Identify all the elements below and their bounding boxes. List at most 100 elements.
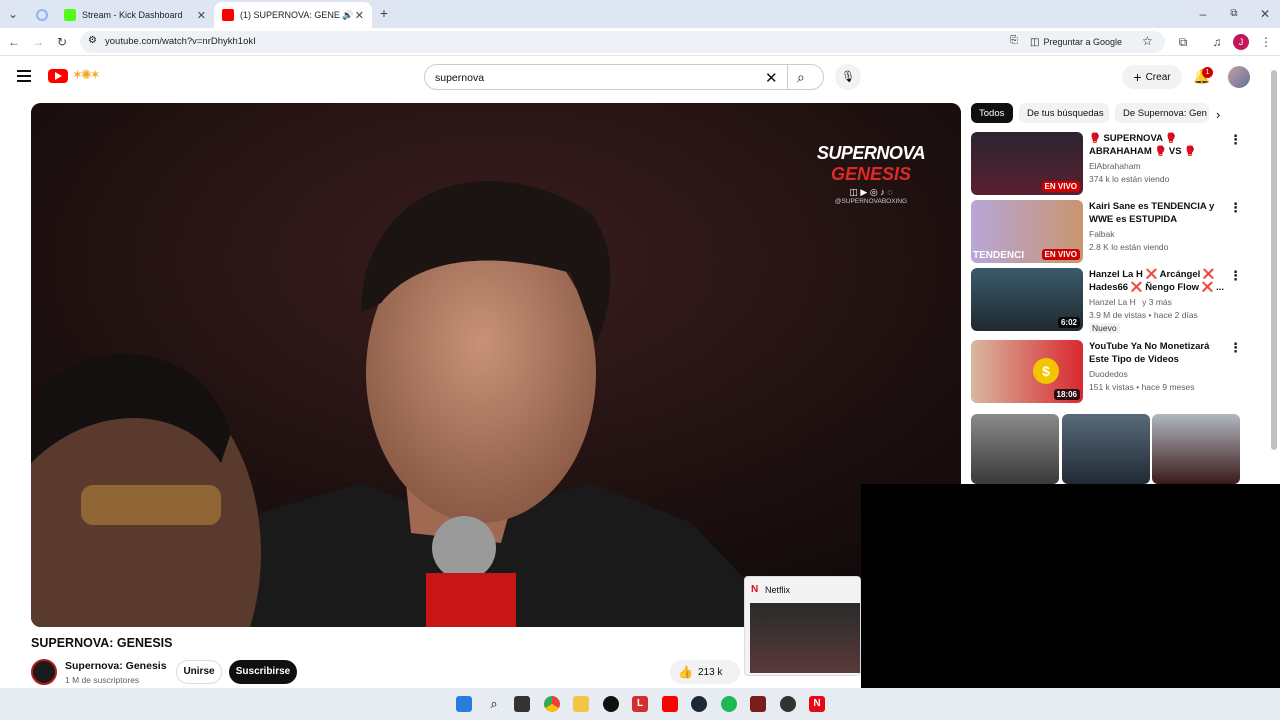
- chrome-icon[interactable]: [544, 696, 560, 712]
- chip-from-searches[interactable]: De tus búsquedas: [1019, 103, 1109, 123]
- search-icon[interactable]: ⌕: [797, 69, 805, 86]
- media-controls-icon[interactable]: ♫: [1209, 34, 1225, 50]
- steam-icon[interactable]: [691, 696, 707, 712]
- overlay-social-icons: ◫ ▶ ◎ ♪ ◌: [849, 187, 893, 197]
- video-thumbnail[interactable]: 6:02: [971, 268, 1083, 331]
- recommendation-channel[interactable]: Duodedos: [1089, 369, 1128, 379]
- recommendation-channel[interactable]: ElAbrahaham: [1089, 161, 1141, 171]
- recommendation-channel[interactable]: Hanzel La H y 3 más: [1089, 297, 1172, 307]
- ask-google-button[interactable]: ◫ Preguntar a Google: [1030, 33, 1122, 51]
- shorts-thumbnail[interactable]: [1062, 414, 1150, 484]
- extensions-icon[interactable]: ⧉: [1175, 34, 1191, 50]
- tab-list-chevron-icon[interactable]: ⌄: [5, 6, 21, 22]
- loading-spinner-icon: [36, 9, 48, 21]
- tiktok-icon[interactable]: [603, 696, 619, 712]
- shorts-thumbnail[interactable]: [971, 414, 1059, 484]
- video-thumbnail[interactable]: $ 18:06: [971, 340, 1083, 403]
- netflix-icon: N: [751, 584, 759, 595]
- new-tab-icon[interactable]: +: [376, 5, 392, 21]
- more-options-icon[interactable]: ⋮: [1229, 132, 1242, 148]
- speaker-icon[interactable]: 🔊: [342, 10, 353, 21]
- subscribe-button[interactable]: Suscribirse: [229, 660, 297, 684]
- shorts-thumbnail[interactable]: [1152, 414, 1240, 484]
- chip-all[interactable]: Todos: [971, 103, 1013, 123]
- channel-avatar[interactable]: [31, 659, 57, 685]
- close-window-icon[interactable]: ✕: [1257, 6, 1273, 22]
- coin-icon: $: [1033, 358, 1059, 384]
- profile-avatar[interactable]: J: [1233, 34, 1249, 50]
- chips-next-icon[interactable]: ›: [1216, 107, 1220, 122]
- doodle-logo[interactable]: ✶✺✶: [72, 67, 101, 83]
- duration-badge: 18:06: [1053, 389, 1080, 400]
- back-icon[interactable]: ←: [6, 34, 22, 50]
- more-options-icon[interactable]: ⋮: [1229, 200, 1242, 216]
- thumbnail-text: TENDENCI: [973, 250, 1025, 261]
- close-tab-icon[interactable]: ✕: [197, 9, 206, 22]
- recommendation-stats: 151 k vistas • hace 9 meses: [1089, 382, 1195, 392]
- search-box[interactable]: supernova ✕ ⌕: [424, 64, 824, 90]
- l-app-icon[interactable]: L: [632, 696, 648, 712]
- reload-icon[interactable]: ↻: [54, 34, 70, 50]
- file-explorer-icon[interactable]: [573, 696, 589, 712]
- overlay-logo-line1: SUPERNOVA: [816, 143, 926, 163]
- bookmark-star-icon[interactable]: ☆: [1142, 34, 1153, 48]
- like-button[interactable]: 👍 213 k: [670, 660, 740, 684]
- minimize-icon[interactable]: –: [1195, 6, 1211, 22]
- recommendation-item[interactable]: 6:02 Hanzel La H ❌ Arcángel ❌ Hades66 ❌ …: [971, 268, 1242, 338]
- recommendation-item[interactable]: $ 18:06 YouTube Ya No Monetizará Este Ti…: [971, 340, 1242, 404]
- app-icon[interactable]: [750, 696, 766, 712]
- tab-label: (1) SUPERNOVA: GENESIS -: [240, 10, 340, 20]
- os-taskbar: ⌕ L N: [0, 688, 1280, 720]
- address-bar[interactable]: ⚙ youtube.com/watch?v=nrDhykh1okI ⎘ ◫ Pr…: [80, 31, 1165, 53]
- more-options-icon[interactable]: ⋮: [1229, 268, 1242, 284]
- youtube-favicon-icon: [222, 9, 234, 21]
- site-info-icon[interactable]: ⚙: [88, 35, 97, 46]
- browser-menu-icon[interactable]: ⋮: [1258, 34, 1274, 50]
- join-button[interactable]: Unirse: [176, 660, 222, 684]
- more-options-icon[interactable]: ⋮: [1229, 340, 1242, 356]
- recommendation-title[interactable]: Kairi Sane es TENDENCIA y WWE es ESTUPID…: [1089, 200, 1225, 226]
- recommendation-title[interactable]: YouTube Ya No Monetizará Este Tipo de Vi…: [1089, 340, 1225, 366]
- kick-favicon-icon: [64, 9, 76, 21]
- youtube-app-icon[interactable]: [662, 696, 678, 712]
- video-thumbnail[interactable]: EN VIVO: [971, 132, 1083, 195]
- thumbs-up-icon: 👍: [678, 665, 693, 679]
- clear-search-icon[interactable]: ✕: [765, 69, 778, 87]
- voice-search-icon[interactable]: 🎙: [835, 64, 861, 90]
- spotify-icon[interactable]: [721, 696, 737, 712]
- video-player[interactable]: SUPERNOVA GENESIS ◫ ▶ ◎ ♪ ◌ @SUPERNOVABO…: [31, 103, 961, 627]
- hamburger-menu-icon[interactable]: [17, 70, 31, 82]
- channel-name[interactable]: Supernova: Genesis: [65, 660, 167, 672]
- video-title: SUPERNOVA: GENESIS: [31, 636, 173, 650]
- search-icon[interactable]: ⌕: [486, 696, 502, 712]
- browser-tab-bar: ⌄ Stream - Kick Dashboard ✕ (1) SUPERNOV…: [0, 0, 1280, 28]
- windows-start-icon[interactable]: [456, 696, 472, 712]
- tab-kick-dashboard[interactable]: Stream - Kick Dashboard ✕: [56, 2, 214, 28]
- recommendation-channel[interactable]: Falbak: [1089, 229, 1115, 239]
- page-scrollbar[interactable]: [1271, 70, 1277, 450]
- video-thumbnail[interactable]: TENDENCI EN VIVO: [971, 200, 1083, 263]
- close-tab-icon[interactable]: ✕: [355, 9, 364, 22]
- recommendation-stats: 374 k lo están viendo: [1089, 174, 1170, 184]
- chip-from-channel[interactable]: De Supernova: Gen: [1115, 103, 1209, 123]
- recommendation-item[interactable]: TENDENCI EN VIVO Kairi Sane es TENDENCIA…: [971, 200, 1242, 264]
- account-avatar[interactable]: [1228, 66, 1250, 88]
- restore-icon[interactable]: ⧉: [1226, 6, 1242, 22]
- recommendation-item[interactable]: EN VIVO 🥊 SUPERNOVA 🥊 ABRAHAHAM 🥊 VS 🥊 N…: [971, 132, 1242, 196]
- forward-icon[interactable]: →: [30, 34, 46, 50]
- duration-badge: 6:02: [1057, 317, 1080, 328]
- live-badge: EN VIVO: [1041, 249, 1080, 260]
- tab-loading[interactable]: [28, 2, 56, 28]
- tab-youtube[interactable]: (1) SUPERNOVA: GENESIS - 🔊 ✕: [214, 2, 372, 28]
- netflix-icon[interactable]: N: [809, 696, 825, 712]
- create-button[interactable]: + Crear: [1122, 65, 1182, 89]
- install-app-icon[interactable]: ⎘: [1010, 35, 1018, 46]
- youtube-logo[interactable]: [48, 69, 68, 83]
- recommendation-stats: 3.9 M de vistas • hace 2 días: [1089, 310, 1198, 320]
- obs-icon[interactable]: [780, 696, 796, 712]
- recommendation-title[interactable]: Hanzel La H ❌ Arcángel ❌ Hades66 ❌ Ñengo…: [1089, 268, 1225, 294]
- search-input[interactable]: supernova: [435, 72, 484, 84]
- recommendation-title[interactable]: 🥊 SUPERNOVA 🥊 ABRAHAHAM 🥊 VS 🥊 NAND...: [1089, 132, 1225, 158]
- netflix-taskbar-preview[interactable]: N Netflix: [744, 576, 861, 676]
- task-view-icon[interactable]: [514, 696, 530, 712]
